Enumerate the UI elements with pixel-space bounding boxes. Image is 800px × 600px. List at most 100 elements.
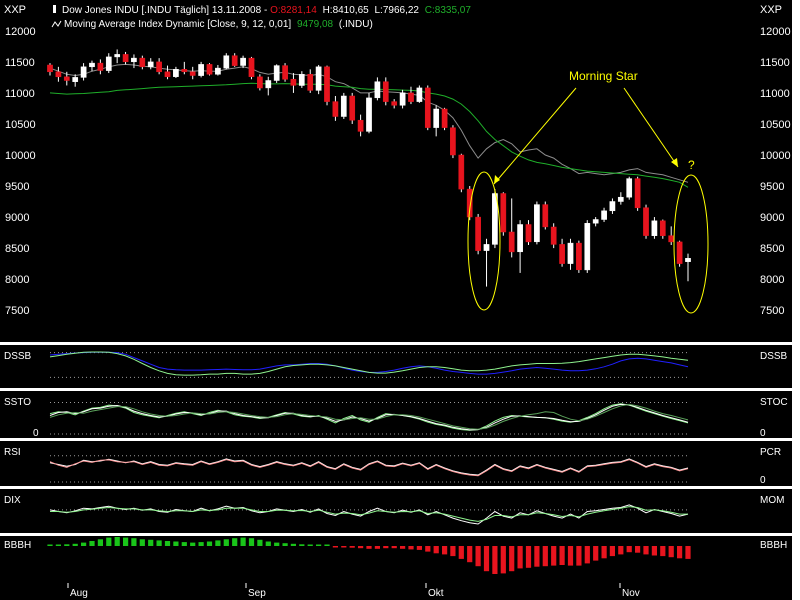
candle-down [156,61,162,73]
candle-down [55,71,62,78]
histogram-bar [316,544,322,546]
x-label-aug: Aug [70,588,88,599]
histogram-bar [299,544,305,546]
histogram-bar [240,537,246,546]
question-label: ? [688,158,695,172]
y-tick-left: 12000 [5,26,36,38]
candle-up [685,258,691,262]
y-tick-right: 8000 [760,274,784,286]
y-tick-left: 11000 [5,88,35,100]
rsi-zero-right: 0 [760,475,766,486]
histogram-bar [307,544,313,546]
candle-legend-icon [53,5,56,13]
chart-canvas: 7500 7500 8000 8000 8500 8500 9000 9000 9500 9500… [0,0,800,600]
time-axis [0,582,792,600]
x-label-nov: Nov [622,588,640,599]
candle-down [458,154,465,190]
histogram-bar [383,546,389,549]
candle-down [181,69,188,73]
candle-up [223,55,230,69]
candle-down [576,242,582,271]
dssb-panel [0,345,792,388]
candle-up [240,57,246,66]
candle-down [122,54,129,63]
histogram-bar [206,541,213,546]
candle-up [651,220,658,236]
histogram-bar [156,540,162,546]
ssto-label-left: SSTO [4,397,31,408]
x-label-sep: Sep [248,588,266,599]
legend-prefix: Dow Jones INDU [.INDU Täglich] 13.11.200… [62,5,267,16]
histogram-bar [123,537,129,546]
legend-line2: Moving Average Index Dynamic [Close, 9, … [64,19,373,30]
histogram-bar [618,546,624,555]
candle-down [139,57,146,68]
histogram-bar [290,543,296,546]
histogram-bar [551,546,557,566]
histogram-bar [509,546,515,572]
candle-down [47,64,53,73]
candle-down [63,76,70,81]
histogram-bar [635,546,641,553]
histogram-bar [601,546,607,559]
candle-down [164,71,171,78]
candle-up [483,244,490,251]
histogram-bar [341,546,347,548]
candle-up [366,97,372,132]
y-tick-left: 7500 [5,305,29,317]
histogram-bar [475,546,481,567]
bbbh-label-left: BBBH [4,540,31,551]
legend-ma-value: 9479,08 [297,19,334,30]
candle-down [189,71,196,76]
histogram-bar [593,546,599,561]
histogram-bar [173,541,179,546]
histogram-bar [685,546,691,559]
y-tick-right: 10000 [760,150,791,162]
y-tick-left: 10500 [5,119,36,131]
candle-down [248,57,255,77]
candle-up [89,62,95,68]
candle-up [298,74,305,86]
rsi-label-left: RSI [4,447,21,458]
histogram-bar [55,544,61,546]
histogram-bar [72,543,78,546]
candle-down [668,235,675,243]
candle-down [475,216,481,251]
y-tick-left: 8000 [5,274,29,286]
x-label-okt: Okt [428,588,444,599]
candle-down [257,76,263,89]
candle-up [433,108,440,128]
histogram-bar [576,546,582,566]
legend-close: C:8335,07 [425,5,472,16]
histogram-bar [106,537,112,546]
histogram-bar [492,546,498,574]
candle-down [97,62,104,71]
histogram-bar [584,546,590,564]
candle-down [508,231,515,253]
candle-down [382,81,389,102]
y-tick-right: 11000 [760,88,790,100]
legend-ma-suffix: (.INDU) [339,19,373,30]
histogram-bar [500,546,506,574]
histogram-bar [223,539,229,546]
candle-up [416,87,423,102]
histogram-bar [190,542,196,546]
y-tick-right: 12000 [760,26,791,38]
histogram-bar [677,546,683,559]
histogram-bar [391,546,397,549]
histogram-bar [651,546,657,556]
corner-symbol-right: XXP [760,4,782,16]
histogram-bar [332,546,338,548]
candle-up [609,201,616,212]
candle-down [408,92,414,102]
histogram-bar [450,546,456,557]
histogram-bar [324,544,330,546]
candle-up [80,66,87,78]
ssto-label-right: STOC [760,397,788,408]
y-tick-right: 8500 [760,243,784,255]
histogram-bar [198,542,204,546]
histogram-bar [114,537,120,546]
legend-open: O:8281,14 [270,5,317,16]
candle-down [643,207,649,236]
candle-up [617,196,624,202]
